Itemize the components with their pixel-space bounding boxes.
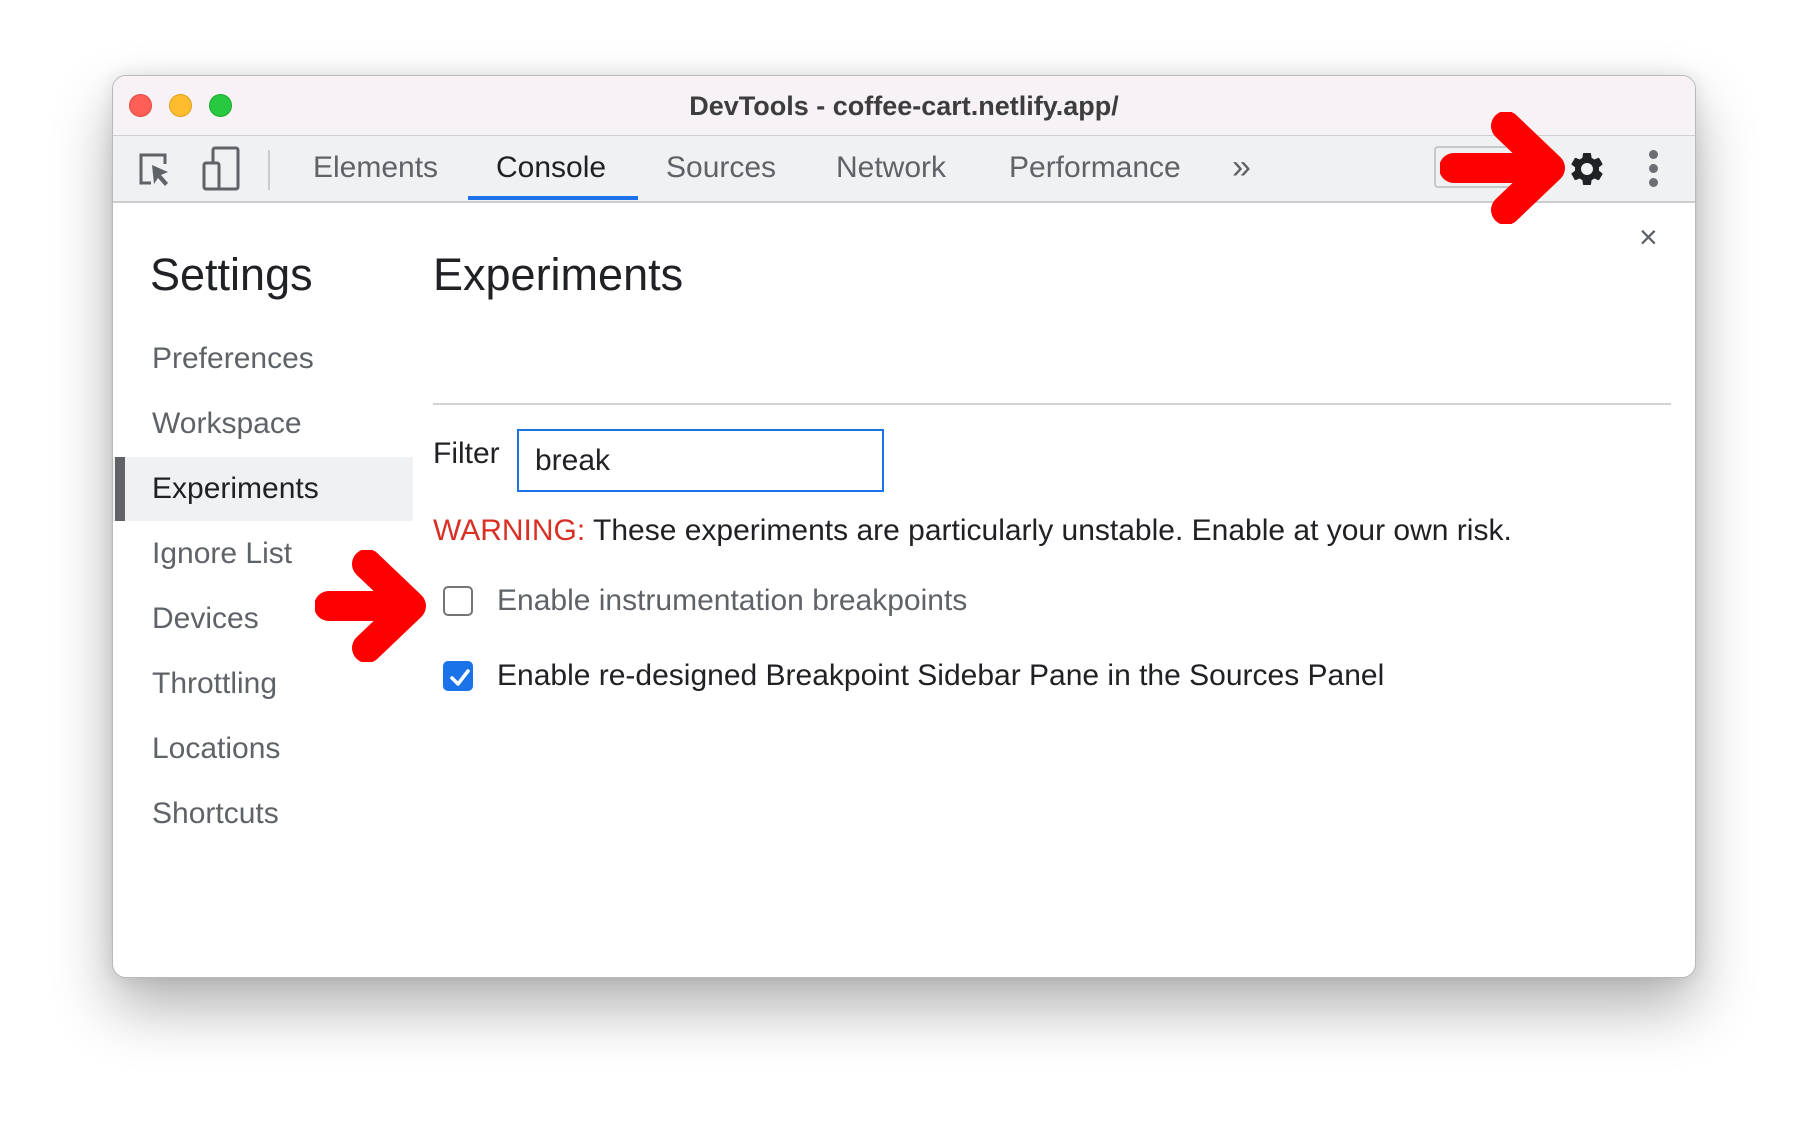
tab-performance[interactable]: Performance: [1009, 151, 1181, 185]
warning-text: These experiments are particularly unsta…: [585, 514, 1512, 547]
arrow-annotation-icon: [315, 550, 426, 662]
more-tabs-button[interactable]: »: [1232, 148, 1251, 187]
experiment-label: Enable instrumentation breakpoints: [497, 584, 968, 617]
experiments-panel: Experiments Filter WARNING: These experi…: [433, 203, 1695, 977]
tab-elements[interactable]: Elements: [313, 151, 438, 185]
gear-icon[interactable]: [1567, 149, 1607, 194]
toolbar-divider: [268, 150, 270, 190]
active-tab-indicator: [468, 196, 638, 200]
experiment-label: Enable re-designed Breakpoint Sidebar Pa…: [497, 659, 1385, 692]
checkbox-unchecked[interactable]: [443, 586, 473, 616]
experiment-instrumentation-breakpoints[interactable]: Enable instrumentation breakpoints: [443, 584, 967, 618]
tab-sources[interactable]: Sources: [666, 151, 776, 185]
sidebar-item-workspace[interactable]: Workspace: [113, 392, 413, 456]
filter-label: Filter: [433, 437, 500, 470]
experiment-breakpoint-sidebar-pane[interactable]: Enable re-designed Breakpoint Sidebar Pa…: [443, 659, 1384, 693]
heading-divider: [433, 403, 1671, 405]
checkbox-checked[interactable]: [443, 661, 473, 691]
inspect-element-icon[interactable]: [137, 150, 173, 195]
arrow-annotation-icon: [1440, 112, 1565, 224]
device-toggle-icon[interactable]: [201, 146, 241, 197]
warning-label: WARNING:: [433, 514, 586, 547]
filter-input[interactable]: [517, 429, 884, 492]
kebab-menu-icon[interactable]: [1649, 150, 1659, 192]
sidebar-item-locations[interactable]: Locations: [113, 717, 413, 781]
sidebar-item-shortcuts[interactable]: Shortcuts: [113, 782, 413, 846]
warning-message: WARNING: These experiments are particula…: [433, 514, 1512, 548]
tab-network[interactable]: Network: [836, 151, 946, 185]
tab-console[interactable]: Console: [496, 151, 606, 185]
settings-title: Settings: [150, 249, 313, 300]
experiments-heading: Experiments: [433, 249, 684, 300]
checkmark-icon: [450, 669, 470, 686]
sidebar-item-preferences[interactable]: Preferences: [113, 327, 413, 391]
sidebar-item-experiments[interactable]: Experiments: [113, 457, 413, 521]
